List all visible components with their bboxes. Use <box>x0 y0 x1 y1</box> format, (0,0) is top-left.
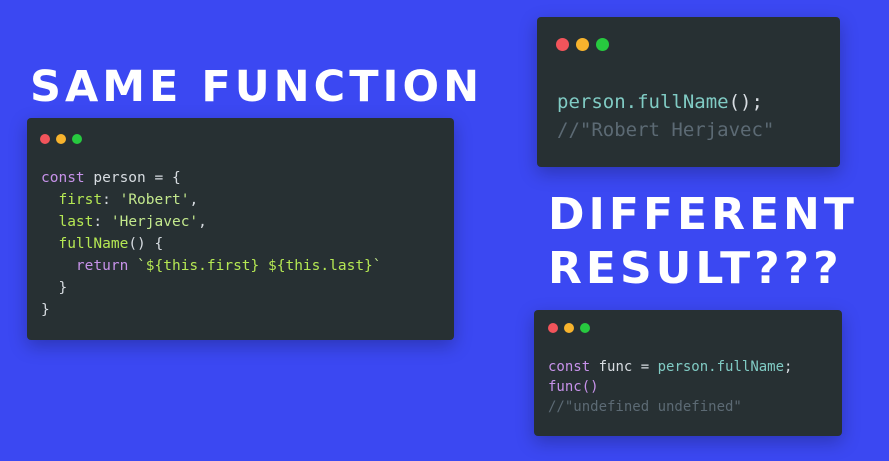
code-block-person: const person = { first: 'Robert', last: … <box>41 170 382 318</box>
call-object: person <box>557 91 626 113</box>
template-open: ` <box>137 258 146 274</box>
object-close: } <box>41 302 50 318</box>
window-controls <box>556 38 616 51</box>
func-ref-object: person <box>657 359 709 375</box>
func-decl: func = <box>590 359 658 375</box>
value-last: 'Herjavec' <box>110 214 199 230</box>
func-ref-method: .fullName <box>708 359 785 375</box>
method-close: } <box>41 280 68 296</box>
code-window-detached-func: const func = person.fullName; func() //"… <box>534 310 842 436</box>
code-window-method-call: person.fullName(); //"Robert Herjavec" <box>537 17 840 167</box>
close-dot-icon <box>556 38 569 51</box>
code-person-decl: person = { <box>84 170 181 186</box>
interp-last: ${this.last} <box>268 258 373 274</box>
window-controls <box>40 134 88 144</box>
minimize-dot-icon <box>56 134 66 144</box>
minimize-dot-icon <box>564 323 574 333</box>
maximize-dot-icon <box>72 134 82 144</box>
keyword-const: const <box>548 359 591 375</box>
code-window-person-object: const person = { first: 'Robert', last: … <box>27 118 454 340</box>
code-block-call: person.fullName(); //"Robert Herjavec" <box>557 88 774 144</box>
headline-line-2: RESULT??? <box>548 243 843 294</box>
func-comment: //"undefined undefined" <box>548 399 742 415</box>
func-semicolon: ; <box>784 359 793 375</box>
interp-first: ${this.first} <box>145 258 260 274</box>
call-parens: (); <box>728 91 763 113</box>
close-dot-icon <box>548 323 558 333</box>
call-method: .fullName <box>625 91 729 113</box>
headline-same-function: SAME FUNCTION <box>30 62 484 112</box>
headline-line-1: DIFFERENT <box>548 189 858 240</box>
minimize-dot-icon <box>576 38 589 51</box>
headline-different-result: DIFFERENT RESULT??? <box>548 188 858 296</box>
window-controls <box>548 323 596 333</box>
keyword-return: return <box>75 258 129 274</box>
key-first: first <box>58 192 103 208</box>
method-fullname: fullName <box>58 236 129 252</box>
template-close: ` <box>372 258 382 274</box>
close-dot-icon <box>40 134 50 144</box>
code-block-func: const func = person.fullName; func() //"… <box>548 357 792 417</box>
key-last: last <box>58 214 94 230</box>
maximize-dot-icon <box>596 38 609 51</box>
value-first: 'Robert' <box>119 192 190 208</box>
func-call: func() <box>548 379 599 395</box>
keyword-const: const <box>41 170 85 186</box>
maximize-dot-icon <box>580 323 590 333</box>
call-comment: //"Robert Herjavec" <box>557 119 775 141</box>
method-signature: () { <box>128 236 164 252</box>
